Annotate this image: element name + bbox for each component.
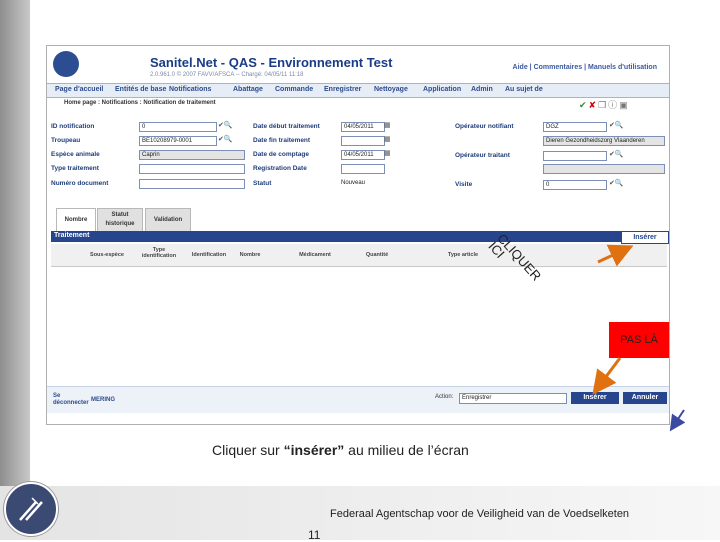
breadcrumb: Home page : Notifications : Notification… [64, 100, 216, 106]
tab-nombre[interactable]: Nombre [56, 208, 96, 231]
menu-item[interactable]: Nettoyage [374, 86, 408, 93]
menu-item[interactable]: Abattage [233, 86, 263, 93]
agency-footer: Federaal Agentschap voor de Veiligheid v… [330, 508, 630, 520]
operateur-notifiant-name: Dieren Gezondheidszorg Vlaanderen [543, 136, 665, 146]
label-visite: Visite [455, 181, 473, 188]
menu-item[interactable]: Application [423, 86, 461, 93]
insert-button[interactable]: Insérer [571, 392, 619, 404]
main-menu: Page d'accueil Entités de base Notificat… [47, 83, 669, 98]
type-traitement-select[interactable] [139, 164, 245, 174]
menu-item[interactable]: Enregistrer [324, 86, 361, 93]
check-icon[interactable]: ✔ [579, 100, 587, 110]
menu-item[interactable]: Admin [471, 86, 493, 93]
agency-logo [4, 482, 58, 536]
label-numero-document: Numéro document [51, 180, 109, 187]
caption-bold: “insérer” [283, 442, 345, 458]
date-debut-field[interactable]: 04/05/2011 [341, 122, 385, 132]
label-date-fin: Date fin traitement [253, 137, 311, 144]
action-label: Action: [435, 394, 454, 400]
fork-knife-icon [19, 497, 43, 521]
label-operateur-notifiant: Opérateur notifiant [455, 123, 514, 130]
date-comptage-field[interactable]: 04/05/2011 [341, 150, 385, 160]
label-troupeau: Troupeau [51, 137, 81, 144]
date-fin-field[interactable] [341, 136, 385, 146]
col-medicament: Médicament [299, 252, 331, 258]
pas-la-annotation: PAS LÀ [609, 322, 669, 358]
menu-item[interactable]: Notifications [169, 86, 211, 93]
traitement-title: Traitement [54, 232, 90, 239]
info-icon[interactable]: ⓘ [608, 100, 617, 110]
visite-field[interactable]: 0 [543, 180, 607, 190]
col-nombre: Nombre [239, 252, 261, 258]
slide-caption: Cliquer sur “insérer” au milieu de l’écr… [212, 442, 469, 458]
action-select[interactable]: Enregistrer [459, 393, 567, 404]
tab-validation[interactable]: Validation [145, 208, 191, 231]
cross-icon[interactable]: ✘ [589, 100, 597, 110]
calendar-icon[interactable]: ▦ [384, 149, 391, 157]
menu-item[interactable]: Au sujet de [505, 86, 543, 93]
label-date-comptage: Date de comptage [253, 151, 309, 158]
app-subtitle: 2.0.961.0 © 2007 FAVV/AFSCA -- Chargé: 0… [150, 72, 304, 78]
menu-item[interactable]: Commande [275, 86, 313, 93]
table-header: Sous-espèce Type identification Identifi… [51, 244, 667, 267]
label-statut: Statut [253, 180, 272, 187]
help-links[interactable]: Aide | Commentaires | Manuels d'utilisat… [513, 64, 657, 71]
calendar-icon[interactable]: ▦ [384, 135, 391, 143]
caption-prefix: Cliquer sur [212, 442, 284, 458]
menu-item[interactable]: Page d'accueil [55, 86, 103, 93]
label-espece: Espèce animale [51, 151, 100, 158]
troupeau-field[interactable]: BE10208979-0001 [139, 136, 217, 146]
id-notification-field[interactable]: 0 [139, 122, 217, 132]
caption-suffix: au milieu de l’écran [344, 442, 469, 458]
label-registration-date: Registration Date [253, 165, 307, 172]
registration-date-field[interactable] [341, 164, 385, 174]
disconnect-link[interactable]: Se déconnecter [53, 393, 93, 407]
label-type-traitement: Type traitement [51, 165, 99, 172]
numero-document-field[interactable] [139, 179, 245, 189]
insert-row-button[interactable]: Insérer [621, 231, 669, 244]
search-icon[interactable]: ✔🔍 [609, 121, 624, 129]
window-icon[interactable]: ▣ [619, 100, 628, 110]
menu-item[interactable]: Entités de base [115, 86, 166, 93]
operateur-traitant-name [543, 164, 665, 174]
label-date-debut: Date début traitement [253, 123, 320, 130]
label-operateur-traitant: Opérateur traitant [455, 152, 510, 159]
cancel-button[interactable]: Annuler [623, 392, 667, 404]
col-quantite: Quantité [365, 252, 389, 258]
search-icon[interactable]: ✔🔍 [218, 135, 233, 143]
traitement-header: Traitement [51, 231, 667, 242]
operateur-traitant-field[interactable] [543, 151, 607, 161]
copy-icon[interactable]: ❐ [598, 100, 606, 110]
user-name: MERING [91, 397, 115, 403]
operateur-notifiant-field[interactable]: DGZ [543, 122, 607, 132]
app-screenshot: Sanitel.Net - QAS - Environnement Test 2… [46, 45, 670, 425]
sanitel-logo-icon [53, 51, 79, 77]
app-title: Sanitel.Net - QAS - Environnement Test [150, 55, 393, 70]
statut-value: Nouveau [341, 180, 366, 186]
col-type-identification: Type identification [141, 247, 177, 259]
toolbar-icons: ✔ ✘ ❐ ⓘ ▣ [579, 98, 630, 111]
slide-left-bar [0, 0, 30, 540]
tab-statut-historique[interactable]: Statut historique [97, 208, 143, 231]
search-icon[interactable]: ✔🔍 [609, 179, 624, 187]
search-icon[interactable]: ✔🔍 [609, 150, 624, 158]
label-id-notification: ID notification [51, 123, 95, 130]
col-identification: Identification [191, 252, 227, 258]
calendar-icon[interactable]: ▦ [384, 121, 391, 129]
app-header: Sanitel.Net - QAS - Environnement Test 2… [47, 46, 669, 83]
pointer-arrow [669, 409, 686, 432]
espece-select[interactable]: Caprin [139, 150, 245, 160]
search-icon[interactable]: ✔🔍 [218, 121, 233, 129]
col-sous-espece: Sous-espèce [90, 252, 124, 258]
